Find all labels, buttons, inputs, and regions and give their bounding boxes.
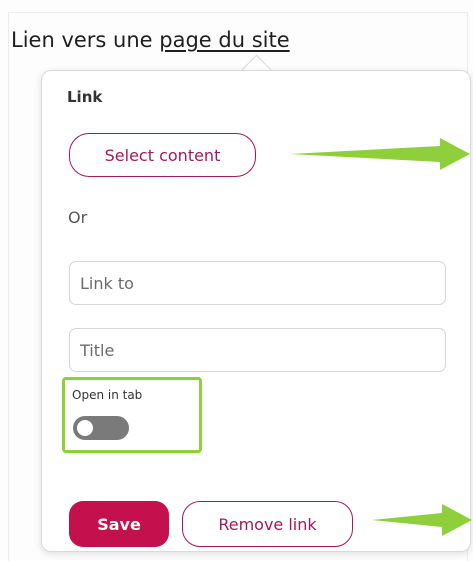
link-to-input[interactable]: [69, 261, 446, 305]
popover-title: Link: [67, 88, 103, 106]
open-in-tab-toggle[interactable]: [73, 416, 129, 440]
arrow-right-icon: [372, 504, 472, 536]
editor-heading: Lien vers une page du site: [11, 28, 290, 52]
heading-link[interactable]: page du site: [159, 28, 289, 52]
title-input[interactable]: [69, 328, 446, 372]
save-button[interactable]: Save: [69, 501, 169, 547]
or-label: Or: [68, 208, 88, 227]
open-in-tab-label: Open in tab: [72, 388, 143, 402]
heading-prefix: Lien vers une: [11, 28, 160, 52]
remove-link-button[interactable]: Remove link: [182, 501, 353, 547]
arrow-right-icon: [290, 138, 470, 170]
toggle-off-icon: [77, 420, 93, 436]
select-content-button[interactable]: Select content: [69, 133, 256, 177]
open-in-tab-highlight: Open in tab: [62, 377, 202, 453]
